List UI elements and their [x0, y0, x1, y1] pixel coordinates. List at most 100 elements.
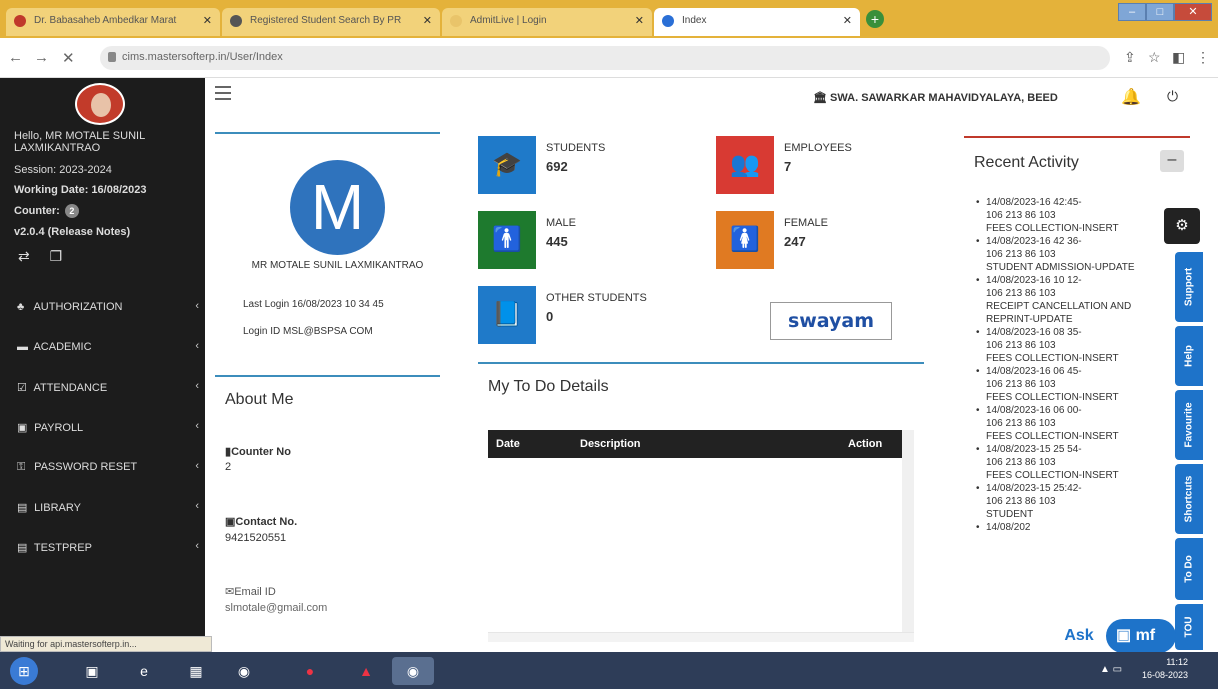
stat-other-students[interactable]: 📘 OTHER STUDENTS 0: [478, 286, 703, 344]
sidepanel-icon[interactable]: ◧: [1172, 49, 1185, 66]
sidebar-item-payroll[interactable]: ▣ PAYROLL ‹: [0, 414, 205, 440]
activity-time: 14/08/2023-16 42:45-: [986, 197, 1082, 208]
tab-favicon-icon: [230, 15, 242, 27]
sidebar-item-academic[interactable]: ▬ ACADEMIC ‹: [0, 334, 205, 360]
opera-icon[interactable]: ●: [296, 657, 324, 685]
reload-icon[interactable]: ✕: [62, 49, 75, 67]
window-close-button[interactable]: ✕: [1174, 3, 1212, 21]
stat-employees[interactable]: 👥 EMPLOYEES 7: [716, 136, 941, 194]
horizontal-scrollbar[interactable]: [488, 632, 914, 642]
stat-male[interactable]: 🚹 MALE 445: [478, 211, 703, 269]
tab-support[interactable]: Support: [1175, 252, 1203, 322]
back-icon[interactable]: ←: [8, 49, 23, 66]
tab-help[interactable]: Help: [1175, 326, 1203, 386]
version-link[interactable]: v2.0.4 (Release Notes): [14, 226, 130, 238]
stat-value: 7: [784, 159, 792, 174]
contact-no-value: 9421520551: [225, 532, 287, 544]
counter-no-label: ▮Counter No: [225, 445, 291, 458]
vertical-scrollbar[interactable]: [902, 430, 914, 642]
sidebar-item-attendance[interactable]: ☑ ATTENDANCE ‹: [0, 374, 205, 400]
envelope-icon: ✉: [225, 586, 235, 598]
folder-icon[interactable]: ▦: [182, 657, 210, 685]
list-item: 14/08/2023-15 25:42- 106 213 86 103 STUD…: [976, 482, 1186, 521]
close-icon[interactable]: ✕: [635, 14, 644, 27]
stat-value: 247: [784, 234, 806, 249]
sidebar-item-label: ATTENDANCE: [33, 382, 108, 394]
profile-initial-avatar: M: [290, 160, 385, 255]
tab-favourite[interactable]: Favourite: [1175, 390, 1203, 460]
todo-panel: My To Do Details Date Description Action: [478, 362, 924, 647]
email-value: slmotale@gmail.com: [225, 602, 328, 614]
phone-icon: ▣: [225, 516, 236, 528]
sidebar-item-library[interactable]: ▤ LIBRARY ‹: [0, 494, 205, 520]
browser-tab[interactable]: Dr. Babasaheb Ambedkar Marat ✕: [6, 8, 220, 36]
collapse-button[interactable]: –: [1160, 150, 1184, 172]
star-icon[interactable]: ☆: [1148, 49, 1161, 66]
gear-icon[interactable]: ⚙: [1164, 208, 1200, 244]
url-field[interactable]: cims.mastersofterp.in/User/Index: [100, 46, 1110, 70]
stat-value: 692: [546, 159, 568, 174]
column-description[interactable]: Description: [580, 438, 641, 450]
tab-favicon-icon: [662, 15, 674, 27]
sidebar-item-label: ACADEMIC: [33, 341, 92, 353]
forward-icon[interactable]: →: [34, 49, 49, 66]
sidebar-item-testprep[interactable]: ▤ TESTPREP ‹: [0, 534, 205, 560]
tab-tou[interactable]: TOU: [1175, 604, 1203, 650]
pdf-icon[interactable]: ▲: [352, 657, 380, 685]
avatar[interactable]: [75, 83, 125, 125]
active-app-icon[interactable]: ◉: [392, 657, 434, 685]
book-icon: 📘: [478, 286, 536, 344]
tab-title: AdmitLive | Login: [470, 15, 547, 26]
browser-tab[interactable]: Registered Student Search By PR ✕: [222, 8, 440, 36]
browser-tab-active[interactable]: Index ✕: [654, 8, 860, 36]
hamburger-menu-icon[interactable]: [215, 86, 231, 100]
stat-female[interactable]: 🚺 FEMALE 247: [716, 211, 941, 269]
working-date-text: Working Date: 16/08/2023: [14, 184, 147, 196]
swap-icon[interactable]: ⇄: [18, 248, 30, 264]
media-icon[interactable]: ▣: [78, 657, 106, 685]
close-icon[interactable]: ✕: [423, 14, 432, 27]
column-action[interactable]: Action: [848, 438, 882, 450]
copy-icon[interactable]: ❐: [50, 248, 63, 264]
activity-time: 14/08/2023-16 06 00-: [986, 405, 1082, 416]
column-date[interactable]: Date: [496, 438, 520, 450]
stat-label: STUDENTS: [546, 142, 606, 154]
browser-ie-icon[interactable]: e: [130, 657, 158, 685]
sidebar-item-password-reset[interactable]: ⚿ PASSWORD RESET ‹: [0, 454, 205, 480]
bell-icon[interactable]: 🔔: [1121, 87, 1141, 107]
share-icon[interactable]: ⇪: [1124, 49, 1136, 66]
close-icon[interactable]: ✕: [203, 14, 212, 27]
book-icon: ▤: [17, 542, 28, 554]
sidebar-item-label: TESTPREP: [33, 542, 92, 554]
new-tab-button[interactable]: +: [866, 10, 884, 28]
close-icon[interactable]: ✕: [843, 14, 852, 27]
tray-icons[interactable]: ▲ ▭: [1100, 664, 1122, 675]
minimize-button[interactable]: –: [1118, 3, 1146, 21]
address-bar: ← → ✕ cims.mastersofterp.in/User/Index ⇪…: [0, 38, 1218, 78]
maximize-button[interactable]: □: [1146, 3, 1174, 21]
login-id-text: Login ID MSL@BSPSA COM: [243, 326, 373, 337]
contact-no-label-text: Contact No.: [235, 516, 298, 528]
session-text: Session: 2023-2024: [14, 164, 112, 176]
chatbot-button[interactable]: ▣ mf: [1106, 619, 1176, 653]
list-item: 14/08/2023-16 08 35- 106 213 86 103 FEES…: [976, 326, 1186, 365]
system-clock[interactable]: 11:12 16-08-2023: [1142, 656, 1188, 682]
money-icon: ▣: [17, 422, 28, 434]
start-button[interactable]: ⊞: [10, 657, 38, 685]
stat-students[interactable]: 🎓 STUDENTS 692: [478, 136, 703, 194]
browser-tab[interactable]: AdmitLive | Login ✕: [442, 8, 652, 36]
power-icon[interactable]: ⏻: [1167, 88, 1178, 105]
institution-icon: 🏛: [813, 92, 827, 104]
tab-to-do[interactable]: To Do: [1175, 538, 1203, 600]
college-name: 🏛 SWA. SAWARKAR MAHAVIDYALAYA, BEED: [813, 91, 1058, 104]
chrome-icon[interactable]: ◉: [230, 657, 258, 685]
sidebar-item-authorization[interactable]: ♣ AUTHORIZATION ‹: [0, 294, 205, 320]
ask-button[interactable]: Ask: [1056, 622, 1102, 650]
tab-tou-label: TOU: [1183, 616, 1195, 638]
activity-action: FEES COLLECTION-INSERT: [986, 431, 1119, 442]
activity-action: STUDENT: [986, 509, 1034, 520]
menu-dots-icon[interactable]: ⋮: [1196, 49, 1210, 66]
swayam-logo[interactable]: swayam: [770, 302, 892, 340]
avatar-face: [91, 93, 111, 117]
tab-shortcuts[interactable]: Shortcuts: [1175, 464, 1203, 534]
